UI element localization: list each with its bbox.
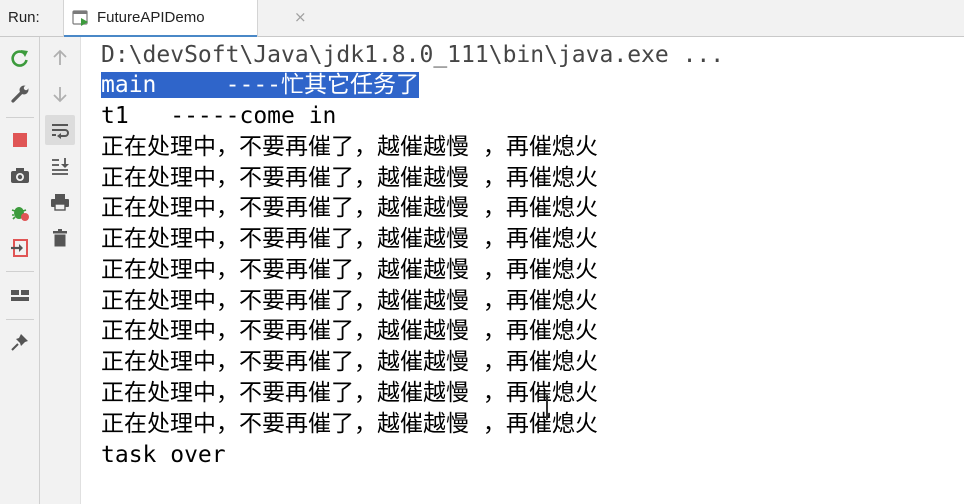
tab-title: FutureAPIDemo xyxy=(97,9,205,26)
soft-wrap-icon[interactable] xyxy=(45,115,75,145)
console-output[interactable]: D:\devSoft\Java\jdk1.8.0_111\bin\java.ex… xyxy=(81,37,964,504)
console-line: 正在处理中，不要再催了，越催越慢 ，再催熄火 xyxy=(101,411,598,437)
console-line: 正在处理中，不要再催了，越催越慢 ，再催熄火 xyxy=(101,165,598,191)
run-tool-window-header: Run: FutureAPIDemo × xyxy=(0,0,964,38)
up-arrow-icon[interactable] xyxy=(45,43,75,73)
trash-icon[interactable] xyxy=(45,223,75,253)
console-line: 正在处理中，不要再催了，越催越慢 ，再催熄火 xyxy=(101,257,598,283)
console-line: 正在处理中，不要再催了，越催越慢 ，再催熄火 xyxy=(101,349,598,375)
console-line: t1 -----come in xyxy=(101,103,337,129)
toolbar-separator xyxy=(6,117,34,118)
wrench-icon[interactable] xyxy=(5,79,35,109)
toolbar-separator xyxy=(6,319,34,320)
console-line: 正在处理中，不要再催了，越催越慢 ，再催熄火 xyxy=(101,318,598,344)
print-icon[interactable] xyxy=(45,187,75,217)
down-arrow-icon[interactable] xyxy=(45,79,75,109)
console-line: 正在处理中，不要再催了，越催越慢 ，再催熄火 xyxy=(101,380,598,406)
console-line-selected[interactable]: main ----忙其它任务了 xyxy=(101,70,420,100)
debug-icon[interactable] xyxy=(5,197,35,227)
console-line: 正在处理中，不要再催了，越催越慢 ，再催熄火 xyxy=(101,195,598,221)
exit-icon[interactable] xyxy=(5,233,35,263)
run-config-icon xyxy=(72,10,88,26)
camera-icon[interactable] xyxy=(5,161,35,191)
console-line: task over xyxy=(101,442,226,468)
selected-text: main ----忙其它任务了 xyxy=(101,72,420,98)
layout-icon[interactable] xyxy=(5,281,35,311)
stop-icon[interactable] xyxy=(5,125,35,155)
pin-icon[interactable] xyxy=(5,327,35,357)
run-label: Run: xyxy=(8,9,40,26)
text-caret xyxy=(546,395,548,420)
console-line: 正在处理中，不要再催了，越催越慢 ，再催熄火 xyxy=(101,134,598,160)
console-line: 正在处理中，不要再催了，越催越慢 ，再催熄火 xyxy=(101,226,598,252)
console-toolbar xyxy=(40,37,81,504)
rerun-icon[interactable] xyxy=(5,43,35,73)
run-tab-futureapidemo[interactable]: FutureAPIDemo × xyxy=(63,0,307,38)
console-line: 正在处理中，不要再催了，越催越慢 ，再催熄火 xyxy=(101,288,598,314)
console-command-line: D:\devSoft\Java\jdk1.8.0_111\bin\java.ex… xyxy=(101,42,725,68)
scroll-to-end-icon[interactable] xyxy=(45,151,75,181)
toolbar-separator xyxy=(6,271,34,272)
close-tab-icon[interactable]: × xyxy=(294,8,307,26)
run-actions-toolbar xyxy=(0,37,40,504)
